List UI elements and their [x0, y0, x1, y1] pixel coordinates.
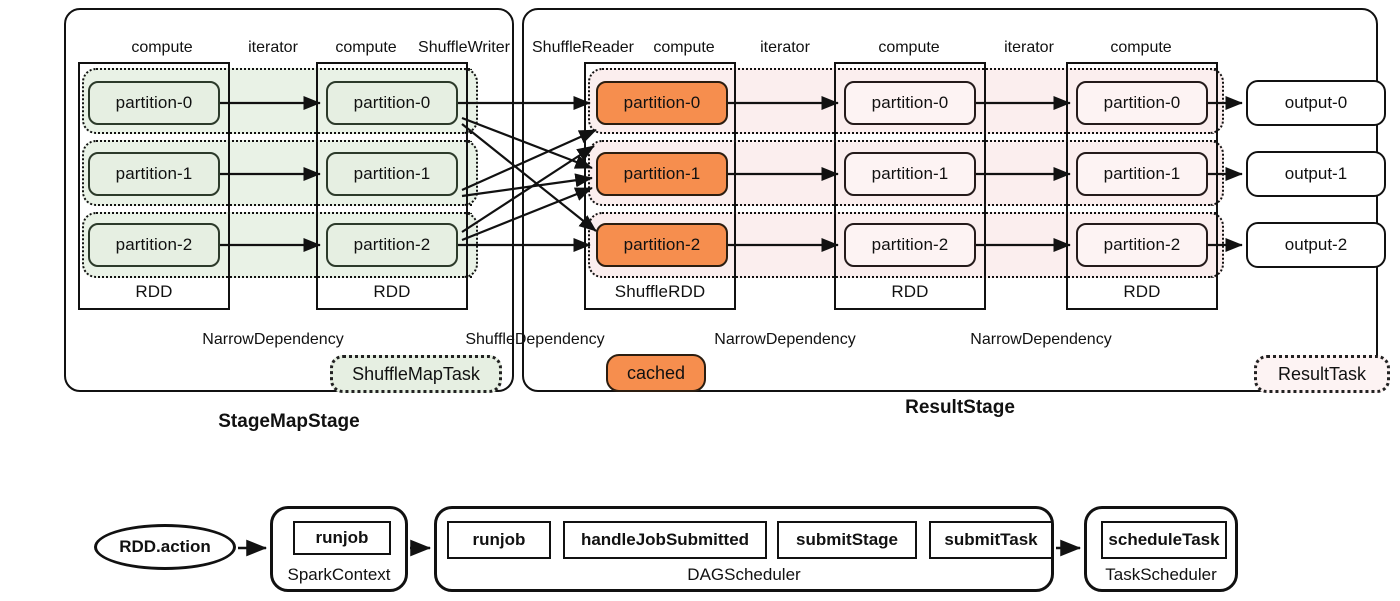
- dependency-label-result-narrow-1: NarrowDependency: [714, 331, 856, 348]
- flow-node-caption: DAGScheduler: [687, 565, 801, 584]
- flow-method-submittask[interactable]: submitTask: [929, 521, 1053, 559]
- header-label-iterator-2: iterator: [760, 39, 810, 56]
- flow-method-submitstage[interactable]: submitStage: [777, 521, 917, 559]
- partition-result1-0[interactable]: partition-0: [844, 81, 976, 125]
- header-label-compute-5: compute: [1110, 39, 1172, 56]
- partition-result2-0[interactable]: partition-0: [1076, 81, 1208, 125]
- header-label-shuffle-writer: ShuffleWriter: [418, 39, 510, 56]
- rdd-label: RDD: [373, 282, 411, 301]
- partition-map1-1[interactable]: partition-1: [326, 152, 458, 196]
- badge-shuffle-map-task[interactable]: ShuffleMapTask: [330, 355, 502, 393]
- header-label-iterator-1: iterator: [248, 39, 298, 56]
- flow-node-caption: SparkContext: [287, 565, 391, 584]
- partition-map0-2[interactable]: partition-2: [88, 223, 220, 267]
- header-label-iterator-3: iterator: [1004, 39, 1054, 56]
- partition-shufflerdd-1[interactable]: partition-1: [596, 152, 728, 196]
- partition-result1-2[interactable]: partition-2: [844, 223, 976, 267]
- partition-result1-1[interactable]: partition-1: [844, 152, 976, 196]
- flow-method-scheduletask[interactable]: scheduleTask: [1101, 521, 1227, 559]
- output-box-2[interactable]: output-2: [1246, 222, 1386, 268]
- partition-map0-0[interactable]: partition-0: [88, 81, 220, 125]
- partition-shufflerdd-2[interactable]: partition-2: [596, 223, 728, 267]
- dependency-label-result-narrow-2: NarrowDependency: [970, 331, 1112, 348]
- partition-map1-2[interactable]: partition-2: [326, 223, 458, 267]
- diagram-canvas: compute iterator compute ShuffleWriter S…: [0, 0, 1400, 601]
- flow-method-runjob-sc[interactable]: runjob: [293, 521, 391, 555]
- output-box-0[interactable]: output-0: [1246, 80, 1386, 126]
- rdd-label: ShuffleRDD: [614, 282, 706, 301]
- header-label-shuffle-reader: ShuffleReader: [532, 39, 634, 56]
- partition-shufflerdd-0[interactable]: partition-0: [596, 81, 728, 125]
- flow-method-runjob-dag[interactable]: runjob: [447, 521, 551, 559]
- stage-title-map-stage: StageMapStage: [218, 411, 360, 432]
- stage-title-result-stage: ResultStage: [905, 397, 1015, 418]
- rdd-label: RDD: [891, 282, 929, 301]
- rdd-label: RDD: [1123, 282, 1161, 301]
- badge-cached[interactable]: cached: [606, 354, 706, 392]
- flow-node-dagscheduler: runjob handleJobSubmitted submitStage su…: [434, 506, 1054, 592]
- partition-map0-1[interactable]: partition-1: [88, 152, 220, 196]
- dependency-label-map-narrow: NarrowDependency: [202, 331, 344, 348]
- header-label-compute-2: compute: [335, 39, 397, 56]
- header-label-compute-1: compute: [131, 39, 193, 56]
- output-box-1[interactable]: output-1: [1246, 151, 1386, 197]
- partition-result2-2[interactable]: partition-2: [1076, 223, 1208, 267]
- flow-start-rddaction[interactable]: RDD.action: [94, 524, 236, 570]
- flow-node-sparkcontext: runjob SparkContext: [270, 506, 408, 592]
- rdd-label: RDD: [135, 282, 173, 301]
- header-label-compute-3: compute: [653, 39, 715, 56]
- partition-map1-0[interactable]: partition-0: [326, 81, 458, 125]
- badge-result-task[interactable]: ResultTask: [1254, 355, 1390, 393]
- partition-result2-1[interactable]: partition-1: [1076, 152, 1208, 196]
- flow-node-caption: TaskScheduler: [1105, 565, 1217, 584]
- dependency-label-map-shuffle: ShuffleDependency: [465, 331, 605, 348]
- flow-node-taskscheduler: scheduleTask TaskScheduler: [1084, 506, 1238, 592]
- flow-method-handlejobsubmitted[interactable]: handleJobSubmitted: [563, 521, 767, 559]
- header-label-compute-4: compute: [878, 39, 940, 56]
